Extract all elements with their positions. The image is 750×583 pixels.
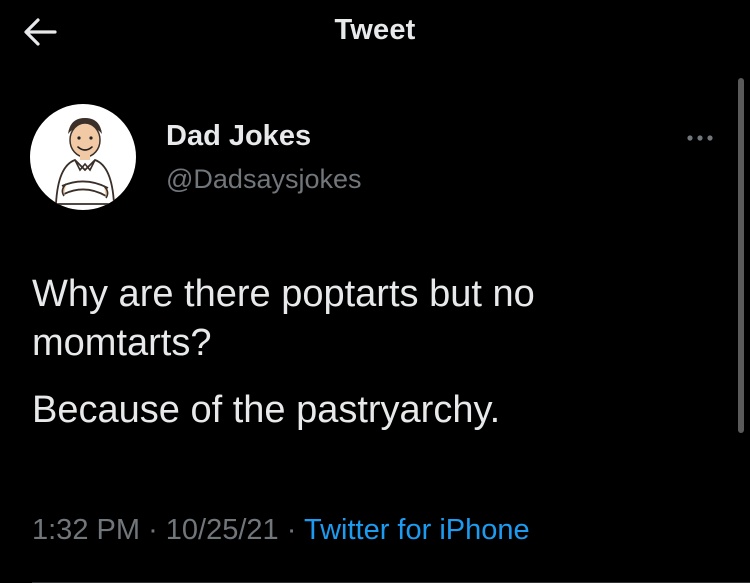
tweet-paragraph-2: Because of the pastryarchy. bbox=[32, 389, 501, 431]
meta-separator: · bbox=[148, 514, 158, 546]
tweet-paragraph-1: Why are there poptarts but no momtarts? bbox=[32, 273, 535, 364]
author-handle[interactable]: @Dadsaysjokes bbox=[166, 164, 362, 195]
tweet-text: Why are there poptarts but no momtarts? … bbox=[32, 270, 712, 453]
author-name[interactable]: Dad Jokes bbox=[166, 120, 311, 153]
tweet-author: Dad Jokes @Dadsaysjokes bbox=[30, 104, 720, 214]
top-bar: Tweet bbox=[0, 0, 750, 64]
tweet-source-link[interactable]: Twitter for iPhone bbox=[304, 514, 530, 546]
tweet-date: 10/25/21 bbox=[165, 514, 279, 546]
cartoon-dad-avatar-icon bbox=[55, 118, 115, 205]
tweet-time: 1:32 PM bbox=[32, 514, 140, 546]
more-options-button[interactable] bbox=[680, 126, 720, 150]
meta-separator: · bbox=[286, 514, 297, 546]
more-horizontal-icon bbox=[687, 135, 713, 141]
avatar[interactable] bbox=[30, 104, 136, 210]
page-title: Tweet bbox=[334, 14, 416, 46]
tweet-meta: 1:32 PM · 10/25/21 · Twitter for iPhone bbox=[32, 514, 530, 547]
scrollbar[interactable] bbox=[738, 78, 744, 433]
